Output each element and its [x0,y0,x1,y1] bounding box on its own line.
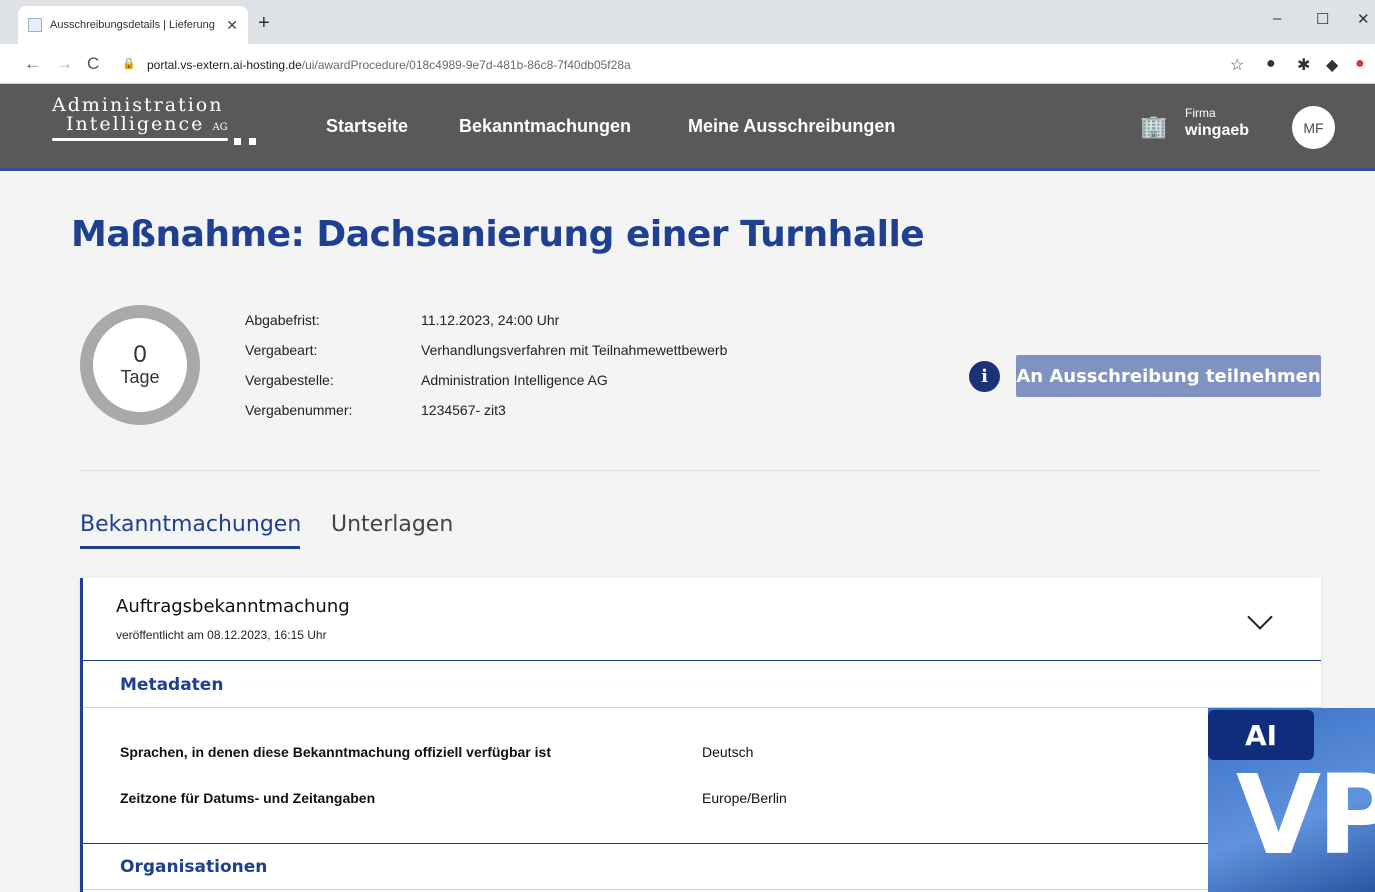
detail-label-abgabefrist: Abgabefrist: [245,312,320,328]
logo-dot [234,138,241,145]
logo-swoosh [52,138,228,141]
detail-label-vergabenummer: Vergabenummer: [245,402,353,418]
active-tab-indicator [80,546,300,549]
url-path: /ui/awardProcedure/018c4989-9e7d-481b-86… [301,58,631,72]
page-title: Maßnahme: Dachsanierung einer Turnhalle [71,214,925,255]
ai-vp-badge-logo: AI VP [1208,708,1375,892]
section-divider [83,707,1321,708]
reload-icon[interactable]: C [87,54,99,74]
notice-card: Auftragsbekanntmachung veröffentlicht am… [80,578,1321,892]
back-icon[interactable]: ← [24,54,41,74]
section-divider [83,843,1321,844]
deadline-countdown: 0 Tage [80,305,200,425]
divider [80,470,1321,471]
field-value-sprachen: Deutsch [702,744,754,760]
maximize-icon[interactable]: ☐ [1316,10,1329,28]
logo[interactable]: Administration Intelligence AG [52,96,256,145]
building-icon: 🏢 [1140,114,1168,139]
close-tab-icon[interactable]: ✕ [226,17,238,34]
extension-icon[interactable]: ● [1355,55,1365,73]
forward-icon[interactable]: → [56,54,73,74]
browser-tabbar: Ausschreibungsdetails | Lieferung ✕ + – … [0,0,1375,44]
logo-ag: AG [212,122,228,133]
detail-label-vergabestelle: Vergabestelle: [245,372,334,388]
logo-line2: Intelligence [66,113,205,135]
detail-value-vergabeart: Verhandlungsverfahren mit Teilnahmewettb… [421,342,728,358]
app-header: Administration Intelligence AG Startseit… [0,84,1375,171]
detail-value-vergabestelle: Administration Intelligence AG [421,372,608,388]
extension-icon[interactable]: ● [1266,55,1276,73]
logo-dot [249,138,256,145]
minimize-icon[interactable]: – [1273,10,1281,27]
firm-label: Firma [1185,106,1216,120]
field-label-zeitzone: Zeitzone für Datums- und Zeitangaben [120,790,376,806]
chevron-down-icon[interactable] [1247,604,1273,630]
section-heading-metadaten[interactable]: Metadaten [120,675,223,695]
join-tender-button[interactable]: An Ausschreibung teilnehmen [1016,355,1321,397]
section-heading-organisationen[interactable]: Organisationen [120,857,267,877]
nav-startseite[interactable]: Startseite [326,116,408,137]
tab-unterlagen[interactable]: Unterlagen [331,512,453,537]
browser-tab[interactable]: Ausschreibungsdetails | Lieferung ✕ [18,6,248,44]
url-field[interactable]: portal.vs-extern.ai-hosting.de/ui/awardP… [147,58,631,72]
extensions-puzzle-icon[interactable]: ✱ [1297,55,1310,75]
countdown-value: 0 [133,341,147,368]
badge-vp-text: VP [1236,751,1375,879]
nav-bekanntmachungen[interactable]: Bekanntmachungen [459,116,631,137]
info-icon[interactable]: i [969,361,1000,392]
detail-value-vergabenummer: 1234567- zit3 [421,402,506,418]
notice-title: Auftragsbekanntmachung [116,596,350,617]
section-divider [83,660,1321,661]
nav-meine-ausschreibungen[interactable]: Meine Ausschreibungen [688,116,895,137]
avatar[interactable]: MF [1292,106,1335,149]
field-value-zeitzone: Europe/Berlin [702,790,787,806]
firm-info[interactable]: Firma wingaeb [1185,106,1249,140]
bookmark-star-icon[interactable]: ☆ [1230,55,1244,75]
firm-name: wingaeb [1185,122,1250,139]
favicon-icon [28,18,42,32]
lock-icon: 🔒 [122,58,136,70]
address-bar: ← → C 🔒 portal.vs-extern.ai-hosting.de/u… [0,44,1375,84]
notice-published: veröffentlicht am 08.12.2023, 16:15 Uhr [116,628,327,642]
browser-tab-title: Ausschreibungsdetails | Lieferung [50,19,215,31]
detail-value-abgabefrist: 11.12.2023, 24:00 Uhr [421,312,560,328]
field-label-sprachen: Sprachen, in denen diese Bekanntmachung … [120,744,551,760]
new-tab-icon[interactable]: + [258,12,270,35]
detail-label-vergabeart: Vergabeart: [245,342,318,358]
countdown-unit: Tage [120,367,160,387]
url-host: portal.vs-extern.ai-hosting.de [147,58,302,72]
extension-icon[interactable]: ◆ [1326,55,1338,75]
close-window-icon[interactable]: ✕ [1357,10,1370,28]
section-divider [83,889,1321,890]
tab-bekanntmachungen[interactable]: Bekanntmachungen [80,512,301,537]
